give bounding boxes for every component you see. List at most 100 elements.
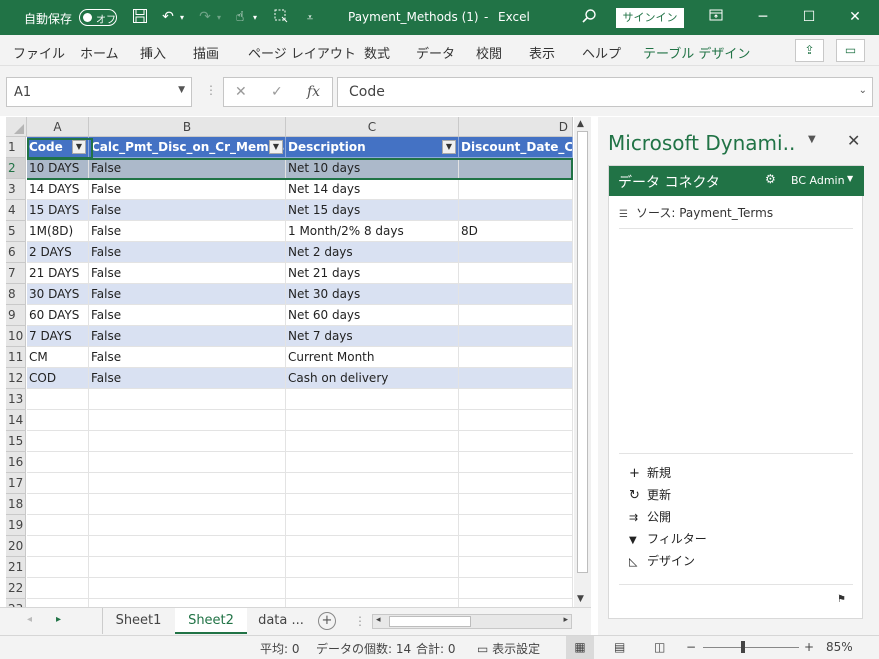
row-header[interactable]: 18 (6, 494, 26, 515)
action-new[interactable]: + 新規 (629, 464, 671, 481)
empty-cell[interactable] (89, 578, 286, 598)
empty-cell[interactable] (459, 473, 573, 493)
worksheet-grid[interactable]: A B C D 1 2 3 4 5 6 7 8 9 10 11 12 13 14 15 16 17 18 19 20 2… (6, 117, 573, 607)
select-all-corner[interactable] (6, 117, 27, 137)
table-cell[interactable] (459, 347, 573, 367)
minimize-icon[interactable]: ─ (740, 0, 786, 35)
horizontal-scroll-thumb[interactable] (389, 616, 471, 627)
normal-view-icon[interactable]: ▦ (566, 636, 594, 659)
table-cell[interactable]: 30 DAYS (27, 284, 89, 304)
table-cell[interactable]: 21 DAYS (27, 263, 89, 283)
redo-dropdown-icon[interactable]: ▾ (214, 8, 224, 27)
share-icon[interactable]: ⇪ (795, 39, 824, 62)
close-window-icon[interactable]: ✕ (832, 0, 878, 35)
formula-input[interactable]: Code ⌄ (337, 77, 873, 107)
row-header[interactable]: 14 (6, 410, 26, 431)
undo-icon[interactable]: ↶ (158, 8, 178, 27)
table-cell[interactable] (459, 305, 573, 325)
empty-cell[interactable] (286, 536, 459, 556)
empty-cell[interactable] (286, 599, 459, 607)
action-publish[interactable]: ⇉ 公開 (629, 508, 671, 525)
redo-icon[interactable]: ↷ (195, 8, 215, 27)
empty-cell[interactable] (27, 389, 89, 409)
table-cell[interactable]: False (89, 242, 286, 262)
tab-home[interactable]: ホーム (80, 43, 119, 62)
vertical-scrollbar[interactable]: ▲ ▼ (574, 117, 591, 607)
row-header[interactable]: 13 (6, 389, 26, 410)
action-design[interactable]: ◺ デザイン (629, 552, 695, 569)
scroll-up-icon[interactable]: ▲ (577, 119, 584, 129)
empty-cell[interactable] (286, 410, 459, 430)
tab-help[interactable]: ヘルプ (582, 43, 621, 62)
row-header[interactable]: 4 (6, 200, 26, 221)
zoom-in-icon[interactable]: + (804, 640, 814, 654)
empty-cell[interactable] (286, 515, 459, 535)
ribbon-display-icon[interactable] (706, 8, 726, 27)
row-header[interactable]: 2 (6, 158, 26, 179)
select-icon[interactable] (271, 8, 291, 27)
tab-data[interactable]: データ (416, 43, 455, 62)
cancel-icon[interactable]: ✕ (235, 84, 247, 100)
empty-cell[interactable] (459, 578, 573, 598)
empty-cell[interactable] (286, 452, 459, 472)
empty-cell[interactable] (27, 431, 89, 451)
tab-draw[interactable]: 描画 (193, 43, 219, 62)
add-sheet-button[interactable]: + (318, 612, 336, 630)
empty-cell[interactable] (89, 473, 286, 493)
enter-icon[interactable]: ✓ (271, 84, 283, 100)
empty-cell[interactable] (89, 536, 286, 556)
table-cell[interactable]: False (89, 347, 286, 367)
table-cell[interactable] (459, 326, 573, 346)
page-break-view-icon[interactable]: ◫ (654, 640, 665, 654)
empty-cell[interactable] (459, 452, 573, 472)
row-header[interactable]: 12 (6, 368, 26, 389)
empty-cell[interactable] (459, 599, 573, 607)
row-header[interactable]: 9 (6, 305, 26, 326)
empty-cell[interactable] (286, 494, 459, 514)
column-header-c[interactable]: C (286, 117, 459, 137)
zoom-slider[interactable] (703, 647, 799, 648)
tab-formulas[interactable]: 数式 (364, 43, 390, 62)
tab-review[interactable]: 校閲 (476, 43, 502, 62)
empty-cell[interactable] (89, 599, 286, 607)
page-layout-view-icon[interactable]: ▤ (614, 640, 625, 654)
prev-sheet-icon[interactable]: ◂ (27, 614, 32, 625)
touch-mode-icon[interactable]: ☝ (230, 8, 250, 27)
insert-function-icon[interactable]: fx (307, 84, 320, 100)
empty-cell[interactable] (286, 431, 459, 451)
empty-cell[interactable] (89, 515, 286, 535)
empty-cell[interactable] (27, 536, 89, 556)
table-cell[interactable]: 7 DAYS (27, 326, 89, 346)
empty-cell[interactable] (459, 431, 573, 451)
scroll-thumb[interactable] (577, 131, 588, 573)
empty-cell[interactable] (89, 389, 286, 409)
display-settings-button[interactable]: ▭ 表示設定 (477, 640, 540, 657)
scroll-right-icon[interactable]: ▸ (563, 615, 568, 625)
empty-cell[interactable] (89, 557, 286, 577)
empty-cell[interactable] (286, 473, 459, 493)
maximize-icon[interactable]: ☐ (786, 0, 832, 35)
horizontal-scrollbar[interactable]: ◂ ▸ (372, 614, 572, 629)
table-cell[interactable] (459, 368, 573, 388)
table-cell[interactable]: 15 DAYS (27, 200, 89, 220)
tab-view[interactable]: 表示 (529, 43, 555, 62)
table-cell[interactable]: Net 30 days (286, 284, 459, 304)
table-cell[interactable]: False (89, 200, 286, 220)
column-header-b[interactable]: B (89, 117, 286, 137)
pane-options-icon[interactable]: ▼ (808, 134, 816, 145)
table-cell[interactable]: False (89, 284, 286, 304)
table-cell[interactable]: 60 DAYS (27, 305, 89, 325)
table-cell[interactable]: Net 2 days (286, 242, 459, 262)
table-cell[interactable]: False (89, 326, 286, 346)
row-header[interactable]: 19 (6, 515, 26, 536)
table-cell[interactable]: 1M(8D) (27, 221, 89, 241)
zoom-slider-thumb[interactable] (741, 641, 745, 653)
close-pane-icon[interactable]: ✕ (847, 131, 860, 150)
empty-cell[interactable] (459, 410, 573, 430)
empty-cell[interactable] (459, 494, 573, 514)
row-header[interactable]: 6 (6, 242, 26, 263)
table-header-cell[interactable]: Discount_Date_Cal (459, 137, 573, 157)
table-cell[interactable]: Net 60 days (286, 305, 459, 325)
table-cell[interactable] (459, 242, 573, 262)
zoom-level[interactable]: 85% (826, 640, 853, 654)
